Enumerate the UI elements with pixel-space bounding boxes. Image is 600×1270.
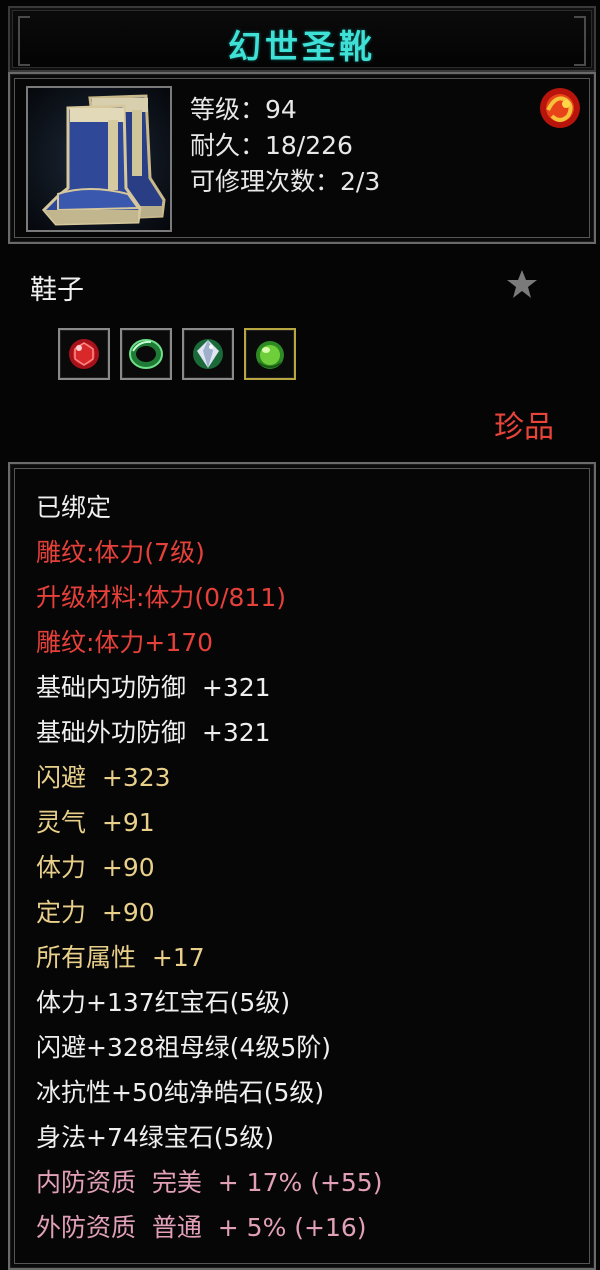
attribute-line: 雕纹:体力(7级) xyxy=(36,538,205,567)
attribute-line: 身法+74绿宝石(5级) xyxy=(36,1123,275,1152)
attribute-line: 基础外功防御 +321 xyxy=(36,718,271,747)
attribute-line: 体力+137红宝石(5级) xyxy=(36,988,291,1017)
attributes-box: 已绑定雕纹:体力(7级) 升级材料:体力(0/811) 雕纹:体力+170 基础内功防… xyxy=(8,462,596,1270)
rarity-label: 珍品 xyxy=(494,410,554,445)
item-icon-frame xyxy=(26,86,172,232)
attribute-line: 升级材料:体力(0/811) xyxy=(36,583,286,612)
item-durability: 耐久：18/226 xyxy=(190,131,353,160)
item-name: 幻世圣靴 xyxy=(228,27,376,66)
item-repair-count: 可修理次数：2/3 xyxy=(190,167,381,196)
attribute-line: 闪避 +323 xyxy=(36,763,171,792)
attribute-line: 内防资质 完美 + 17% (+55) xyxy=(36,1168,383,1197)
green-emerald-gem-icon[interactable] xyxy=(120,328,172,380)
attribute-line: 所有属性 +17 xyxy=(36,943,205,972)
item-type: 鞋子 xyxy=(30,275,84,306)
item-level: 等级：94 xyxy=(190,95,297,124)
item-info-box: 等级：94 耐久：18/226 可修理次数：2/3 xyxy=(8,72,596,244)
attribute-line: 基础内功防御 +321 xyxy=(36,673,271,702)
fire-orb-icon[interactable] xyxy=(538,86,582,130)
blue-boots-icon xyxy=(41,94,166,226)
attribute-line: 已绑定 xyxy=(36,493,112,522)
attribute-line: 定力 +90 xyxy=(36,898,155,927)
star-icon[interactable] xyxy=(506,268,538,300)
attribute-line: 灵气 +91 xyxy=(36,808,155,837)
attribute-line: 冰抗性+50纯净皓石(5级) xyxy=(36,1078,325,1107)
red-ruby-gem-icon[interactable] xyxy=(58,328,110,380)
title-bar: 幻世圣靴 xyxy=(8,6,596,72)
attribute-line: 闪避+328祖母绿(4级5阶) xyxy=(36,1033,331,1062)
attribute-line: 外防资质 普通 + 5% (+16) xyxy=(36,1213,367,1242)
attribute-line: 体力 +90 xyxy=(36,853,155,882)
green-jade-gem-icon[interactable] xyxy=(244,328,296,380)
item-tooltip: 幻世圣靴 等级：94 耐久：18/226 可修理次数：2/3 鞋子 珍品 已绑定… xyxy=(0,0,600,1270)
white-diamond-gem-icon[interactable] xyxy=(182,328,234,380)
attribute-line: 雕纹:体力+170 xyxy=(36,628,214,657)
